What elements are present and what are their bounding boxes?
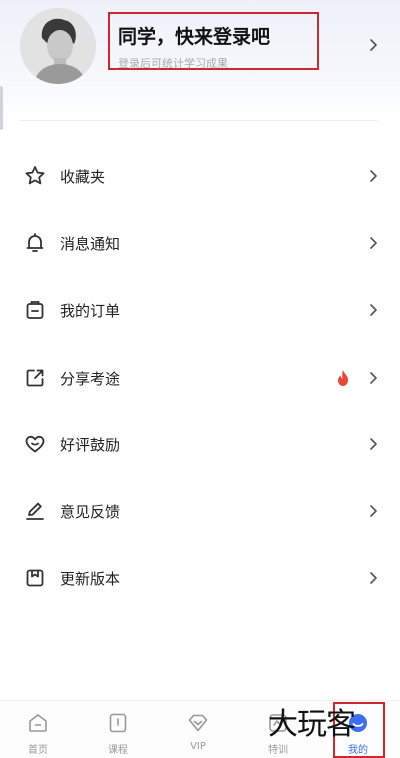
login-title: 同学，快来登录吧 [118, 26, 271, 48]
edit-pen-icon [23, 499, 47, 523]
menu-item-label: 消息通知 [60, 235, 121, 253]
menu-item-notifications[interactable]: 消息通知 [0, 218, 400, 268]
chevron-right-icon [367, 170, 379, 182]
home-icon [26, 711, 50, 735]
login-prompt[interactable]: 同学，快来登录吧 登录后可统计学习成果 [108, 12, 319, 70]
tab-label: 课程 [108, 745, 128, 756]
chevron-right-icon [367, 438, 379, 450]
fire-icon [335, 369, 351, 387]
avatar-image [20, 8, 96, 84]
menu-item-rate[interactable]: 好评鼓励 [0, 419, 400, 469]
menu-item-label: 收藏夹 [60, 168, 106, 186]
order-bag-icon [23, 298, 47, 322]
bell-icon [23, 231, 47, 255]
profile-chevron-right-icon[interactable] [367, 39, 379, 51]
share-icon [23, 366, 47, 390]
tab-label: 特训 [268, 745, 288, 756]
menu-item-update[interactable]: 更新版本 [0, 553, 400, 603]
bookmark-icon [23, 566, 47, 590]
menu-item-share[interactable]: 分享考途 [0, 353, 400, 403]
chevron-right-icon [367, 304, 379, 316]
header-divider [20, 120, 378, 121]
heart-icon [23, 432, 47, 456]
login-subtitle: 登录后可统计学习成果 [118, 57, 228, 70]
course-icon [106, 711, 130, 735]
vip-diamond-icon [186, 711, 210, 735]
menu-item-feedback[interactable]: 意见反馈 [0, 486, 400, 536]
chevron-right-icon [367, 372, 379, 384]
menu-item-favorites[interactable]: 收藏夹 [0, 151, 400, 201]
star-icon [23, 164, 47, 188]
tab-course[interactable]: 课程 [96, 707, 140, 757]
avatar[interactable] [20, 8, 96, 84]
chevron-right-icon [367, 505, 379, 517]
tab-vip[interactable]: VIP [176, 707, 220, 757]
tab-home[interactable]: 首页 [16, 707, 60, 757]
chevron-right-icon [367, 237, 379, 249]
watermark-text: 大玩客 [268, 707, 356, 742]
menu-item-orders[interactable]: 我的订单 [0, 285, 400, 335]
menu-item-label: 更新版本 [60, 570, 121, 588]
menu-item-label: 意见反馈 [60, 503, 121, 521]
tab-label: VIP [190, 741, 206, 752]
chevron-right-icon [367, 572, 379, 584]
menu-item-label: 好评鼓励 [60, 436, 121, 454]
left-edge-handle [0, 86, 3, 130]
menu-item-label: 我的订单 [60, 302, 121, 320]
menu-item-label: 分享考途 [60, 370, 121, 388]
tab-label: 首页 [28, 745, 48, 756]
